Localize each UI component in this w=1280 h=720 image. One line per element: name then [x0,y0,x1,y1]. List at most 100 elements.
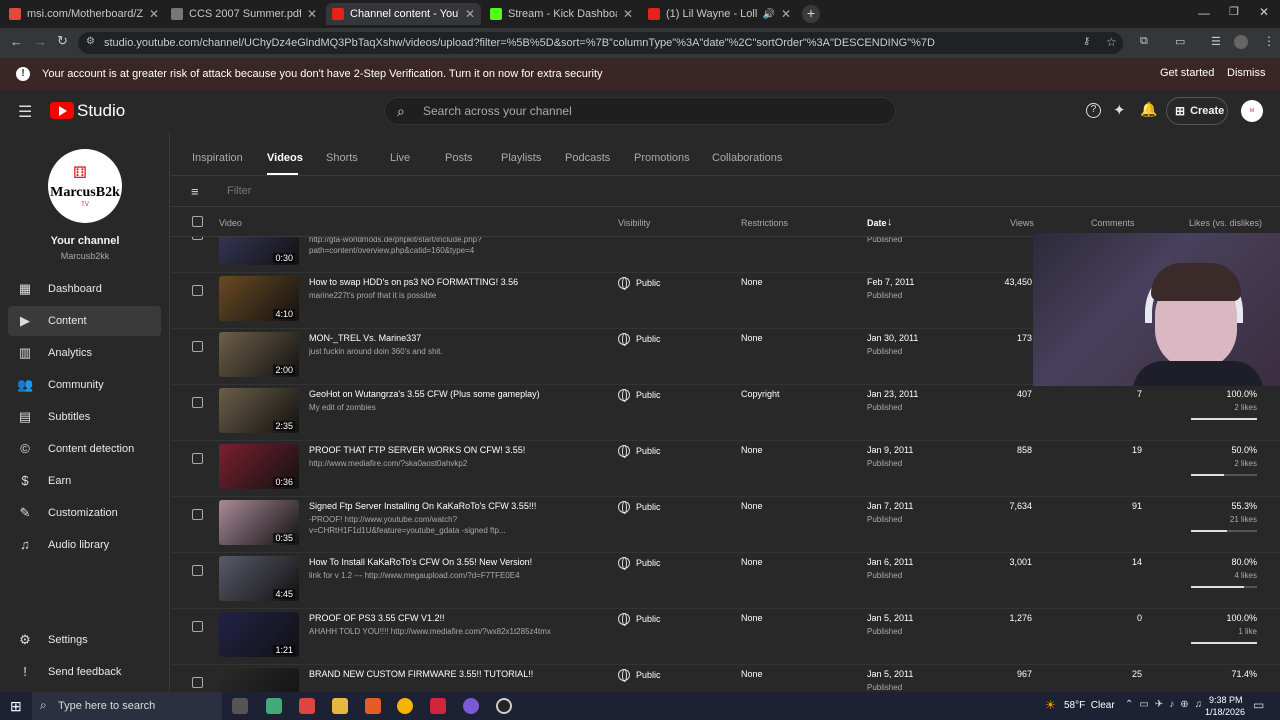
video-thumbnail[interactable]: 4:45 [219,556,299,601]
sidebar-item-settings[interactable]: ⚙ Settings [8,625,161,655]
tab-posts[interactable]: Posts [445,152,473,164]
filter-input[interactable]: Filter [227,185,251,197]
notifications-bell-icon[interactable]: 🔔 [1140,101,1157,118]
obs-icon[interactable] [496,698,512,714]
url-field[interactable]: ⚙ studio.youtube.com/channel/UChyDz4eGln… [78,32,1123,54]
row-checkbox[interactable] [192,565,203,576]
help-icon[interactable]: ? [1086,103,1101,118]
row-checkbox[interactable] [192,237,203,240]
video-row[interactable]: 0:35 Signed Ftp Server Installing On KaKa… [171,497,1280,553]
visibility-cell[interactable]: Public [618,277,661,290]
tab-close-icon[interactable]: ✕ [307,7,317,21]
tab-promotions[interactable]: Promotions [634,152,690,164]
tab-audio-icon[interactable]: 🔊 [762,9,774,20]
video-thumbnail[interactable]: 0:35 [219,500,299,545]
video-row[interactable]: BRAND NEW CUSTOM FIRMWARE 3.55!! TUTORIA… [171,665,1280,692]
video-row[interactable]: 1:21 PROOF OF PS3 3.55 CFW V1.2!! AHAHH TO… [171,609,1280,665]
visibility-cell[interactable]: Public [618,389,661,402]
browser-tab[interactable]: msi.com/Motherboard/Z270-A ✕ [3,3,165,25]
video-thumbnail[interactable]: 0:36 [219,444,299,489]
visibility-cell[interactable]: Public [618,333,661,346]
tab-close-icon[interactable]: ✕ [149,7,159,21]
password-key-icon[interactable]: ⚷ [1083,36,1090,47]
profile-avatar[interactable] [1234,35,1248,49]
taskbar-search[interactable]: ⌕ Type here to search [32,692,222,720]
back-icon[interactable]: ← [10,34,23,49]
create-button[interactable]: ⊞ Create [1166,97,1228,125]
channel-avatar[interactable]: ⚅ MarcusB2k TV [48,149,122,223]
tab-live[interactable]: Live [390,152,410,164]
video-row[interactable]: 4:45 How To Install KaKaRoTo's CFW On 3.5… [171,553,1280,609]
browser-menu-icon[interactable]: ⋮ [1263,34,1275,48]
col-visibility[interactable]: Visibility [618,218,650,228]
site-info-icon[interactable]: ⚙ [86,36,95,47]
visibility-cell[interactable]: Public [618,501,661,514]
sidebar-item-content[interactable]: ▶ Content [8,306,161,336]
sidebar-item-dashboard[interactable]: ▦ Dashboard [8,274,161,304]
sidebar-item-community[interactable]: 👥 Community [8,370,161,400]
row-checkbox[interactable] [192,285,203,296]
browser-tab[interactable]: Channel content - YouTube Stu ✕ [326,3,481,25]
video-thumbnail[interactable]: 2:00 [219,332,299,377]
new-tab-button[interactable]: + [802,5,820,23]
task-view-icon[interactable] [232,698,248,714]
account-avatar[interactable]: M [1241,100,1263,122]
sidebar-item-audio-library[interactable]: ♫ Audio library [8,530,161,560]
row-checkbox[interactable] [192,677,203,688]
video-title[interactable]: Signed Ftp Server Installing On KaKaRoTo… [309,501,536,511]
visibility-cell[interactable]: Public [618,445,661,458]
file-explorer-icon[interactable] [332,698,348,714]
video-thumbnail[interactable]: 1:21 [219,612,299,657]
row-checkbox[interactable] [192,397,203,408]
tab-collaborations[interactable]: Collaborations [712,152,782,164]
video-row[interactable]: 2:35 GeoHot on Wutangrza's 3.55 CFW (Plus… [171,385,1280,441]
brave-icon[interactable] [365,698,381,714]
app-red-icon[interactable] [430,698,446,714]
downloads-icon[interactable]: ☰ [1211,35,1221,48]
select-all-checkbox[interactable] [192,216,203,227]
tab-close-icon[interactable]: ✕ [465,7,475,21]
row-checkbox[interactable] [192,621,203,632]
tab-podcasts[interactable]: Podcasts [565,152,610,164]
windows-start-icon[interactable]: ⊞ [10,698,22,715]
row-checkbox[interactable] [192,341,203,352]
system-tray-icons[interactable]: ⌃▭✈♪⊕♫ [1125,699,1208,710]
visibility-cell[interactable]: Public [618,669,661,682]
col-views[interactable]: Views [1010,218,1034,228]
filter-icon[interactable]: ≡ [191,184,199,199]
minimize-icon[interactable]: — [1198,6,1210,20]
tab-shorts[interactable]: Shorts [326,152,358,164]
sort-down-arrow-icon[interactable]: ↓ [887,216,893,228]
sidebar-item-feedback[interactable]: ! Send feedback [8,657,161,687]
close-window-icon[interactable]: ✕ [1259,5,1269,19]
browser-tab[interactable]: (1) Lil Wayne - Lollipop (Ins 🔊 ✕ [642,3,797,25]
dismiss-button[interactable]: Dismiss [1227,67,1266,79]
video-thumbnail[interactable]: 4:10 [219,276,299,321]
sidebar-item-earn[interactable]: $ Earn [8,466,161,496]
media-icon[interactable]: ▭ [1175,35,1185,48]
discord-icon[interactable] [463,698,479,714]
row-checkbox[interactable] [192,453,203,464]
video-thumbnail[interactable]: 2:35 [219,388,299,433]
bookmark-star-icon[interactable]: ☆ [1106,35,1117,49]
tab-close-icon[interactable]: ✕ [781,7,791,21]
store-icon[interactable] [299,698,315,714]
visibility-cell[interactable]: Public [618,557,661,570]
col-comments[interactable]: Comments [1091,218,1135,228]
sidebar-item-content-detection[interactable]: © Content detection [8,434,161,464]
extensions-icon[interactable]: ⧉ [1140,35,1148,48]
sidebar-item-subtitles[interactable]: ▤ Subtitles [8,402,161,432]
video-thumbnail[interactable]: 0:30 [219,237,299,265]
video-thumbnail[interactable] [219,668,299,692]
sidebar-item-customization[interactable]: ✎ Customization [8,498,161,528]
tab-playlists[interactable]: Playlists [501,152,541,164]
visibility-cell[interactable]: Public [618,613,661,626]
video-title[interactable]: PROOF OF PS3 3.55 CFW V1.2!! [309,613,445,623]
restore-icon[interactable]: ❐ [1229,5,1239,18]
video-title[interactable]: How To Install KaKaRoTo's CFW On 3.55! N… [309,557,532,567]
video-title[interactable]: PROOF THAT FTP SERVER WORKS ON CFW! 3.55… [309,445,525,455]
col-date[interactable]: Date [867,218,887,228]
browser-tab[interactable]: CCS 2007 Summer.pdf ✕ [165,3,323,25]
col-likes[interactable]: Likes (vs. dislikes) [1189,218,1262,228]
video-title[interactable]: How to swap HDD's on ps3 NO FORMATTING! … [309,277,518,287]
